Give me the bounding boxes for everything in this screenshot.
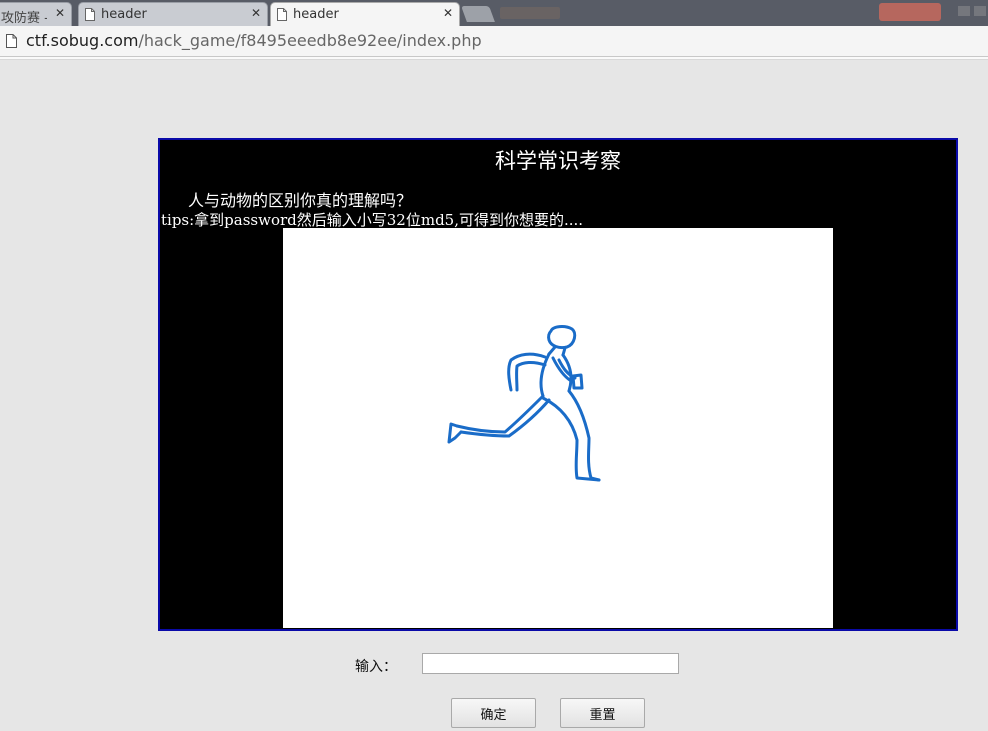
- maximize-icon[interactable]: [974, 6, 986, 16]
- tab-label: header: [101, 7, 147, 22]
- page-icon: [85, 8, 95, 21]
- url-host: ctf.sobug.com: [26, 31, 139, 50]
- quiz-question: 人与动物的区别你真的理解吗？: [188, 191, 413, 210]
- page-icon: [277, 8, 287, 21]
- quiz-tips: tips:拿到password然后输入小写32位md5,可得到你想要的....: [161, 211, 584, 229]
- tab-label: 攻防赛 - 1: [1, 11, 47, 26]
- url-text[interactable]: ctf.sobug.com/hack_game/f8495eeedb8e92ee…: [26, 31, 482, 50]
- reset-button[interactable]: 重置: [560, 698, 645, 728]
- new-tab-button[interactable]: [461, 6, 495, 22]
- address-bar[interactable]: ctf.sobug.com/hack_game/f8495eeedb8e92ee…: [0, 26, 988, 57]
- confirm-button[interactable]: 确定: [451, 698, 536, 728]
- tab-header-2[interactable]: header ✕: [270, 2, 460, 26]
- blurred-tab: [500, 7, 560, 19]
- quiz-image: [283, 228, 833, 628]
- page-title: 科学常识考察: [495, 149, 621, 173]
- close-icon[interactable]: ✕: [55, 6, 65, 20]
- blurred-button[interactable]: [879, 3, 941, 21]
- tab-header-1[interactable]: header ✕: [78, 2, 268, 26]
- tab-strip: 攻防赛 - 1 ✕ header ✕ header ✕: [0, 0, 988, 26]
- page-icon: [6, 34, 17, 48]
- toolbar-divider: [0, 57, 988, 60]
- url-path: /hack_game/f8495eeedb8e92ee/index.php: [138, 31, 482, 50]
- minimize-icon[interactable]: [958, 6, 970, 16]
- quiz-panel: 科学常识考察 人与动物的区别你真的理解吗？ tips:拿到password然后输…: [158, 138, 958, 631]
- running-man-icon: [447, 325, 601, 482]
- password-md5-input[interactable]: [422, 653, 679, 674]
- input-label: 输入：: [355, 659, 397, 675]
- tab-label: header: [293, 7, 339, 22]
- tab-attack-defense[interactable]: 攻防赛 - 1 ✕: [0, 2, 72, 26]
- close-icon[interactable]: ✕: [251, 6, 261, 20]
- close-icon[interactable]: ✕: [443, 6, 453, 20]
